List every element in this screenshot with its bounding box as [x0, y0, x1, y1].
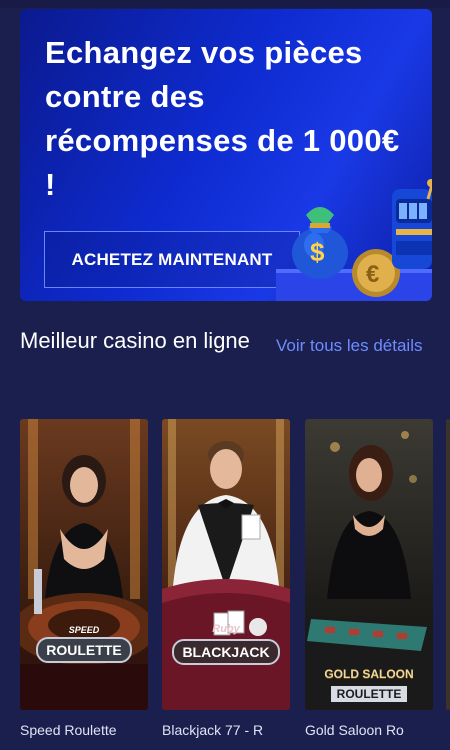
game-caption: Gold Saloon Ro	[305, 722, 404, 738]
game-card-gold-saloon-roulette[interactable]: GOLD SALOON ROULETTE	[305, 419, 433, 710]
card-logo-main: ROULETTE	[330, 686, 408, 702]
card-logo-main: BLACKJACK	[172, 639, 280, 665]
game-card-partial[interactable]	[446, 419, 450, 710]
card-logo-badge: ROULETTE	[20, 637, 148, 663]
speed-roulette-thumbnail	[20, 419, 148, 710]
blackjack-thumbnail	[162, 419, 290, 710]
coins-slot-machine-illustration: $ €	[276, 179, 432, 301]
card-logo-small: Ruby	[212, 623, 240, 635]
card-logo-badge: ROULETTE	[305, 685, 433, 703]
top-strip	[0, 0, 450, 8]
section-title: Meilleur casino en ligne	[20, 328, 250, 353]
svg-text:€: €	[366, 261, 379, 288]
card-logo-small: SPEED	[68, 625, 100, 635]
buy-now-button[interactable]: ACHETEZ MAINTENANT	[44, 231, 300, 288]
game-caption: Blackjack 77 - R	[162, 722, 264, 738]
game-card-blackjack-77[interactable]: Ruby BLACKJACK	[162, 419, 290, 710]
card-logo-small: GOLD SALOON	[324, 667, 414, 681]
game-caption: Speed Roulette	[20, 722, 117, 738]
promo-banner[interactable]: Echangez vos pièces contre des récompens…	[20, 9, 432, 301]
see-all-link[interactable]: Voir tous les détails	[276, 334, 426, 357]
game-card-speed-roulette[interactable]: SPEED ROULETTE	[20, 419, 148, 710]
card-logo-badge: BLACKJACK	[162, 639, 290, 665]
svg-text:$: $	[310, 237, 325, 267]
card-logo-main: ROULETTE	[36, 637, 132, 663]
